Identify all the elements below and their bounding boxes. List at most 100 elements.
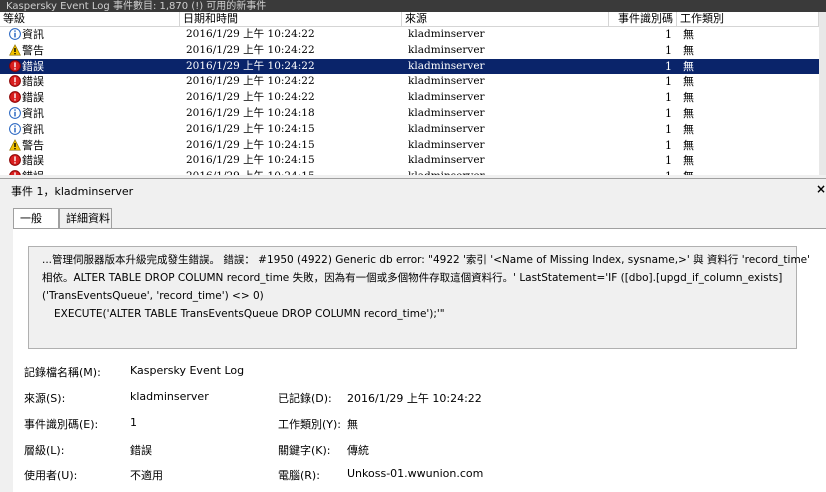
event-id-value: 1 xyxy=(130,416,137,429)
error-icon xyxy=(9,75,21,88)
event-id: 1 xyxy=(665,59,672,73)
event-source: kladminserver xyxy=(408,122,485,135)
event-row[interactable]: 錯誤 2016/1/29 上午 10:24:22 kladminserver 1 無 xyxy=(0,58,819,75)
event-id: 1 xyxy=(665,28,672,41)
event-row[interactable]: 錯誤 2016/1/29 上午 10:24:22 kladminserver 1 無 xyxy=(0,74,819,90)
event-date: 2016/1/29 上午 10:24:15 xyxy=(186,122,315,135)
warning-icon xyxy=(9,43,21,56)
event-date: 2016/1/29 上午 10:24:22 xyxy=(186,59,315,72)
event-date: 2016/1/29 上午 10:24:15 xyxy=(186,169,315,175)
event-date: 2016/1/29 上午 10:24:22 xyxy=(186,91,315,104)
error-icon xyxy=(9,59,21,72)
event-level-cell: 錯誤 xyxy=(9,74,44,90)
event-row[interactable]: 警告 2016/1/29 上午 10:24:15 kladminserver 1 無 xyxy=(0,138,819,154)
info-icon xyxy=(9,107,21,119)
event-category: 無 xyxy=(683,28,694,41)
error-icon xyxy=(9,154,21,167)
source-label: 來源(S): xyxy=(24,392,66,405)
event-id: 1 xyxy=(665,154,672,168)
level-value: 錯誤 xyxy=(130,444,152,457)
column-header-level[interactable]: 等級 xyxy=(0,12,180,26)
event-category: 無 xyxy=(683,91,694,105)
event-level: 資訊 xyxy=(22,122,44,136)
logged-value: 2016/1/29 上午 10:24:22 xyxy=(347,392,482,405)
event-level-cell: 錯誤 xyxy=(9,169,44,175)
event-id: 1 xyxy=(665,106,672,120)
event-category: 無 xyxy=(683,154,694,168)
warning-icon xyxy=(9,138,21,151)
grid-scrollbar[interactable] xyxy=(819,12,826,175)
close-icon[interactable]: × xyxy=(816,182,826,196)
event-source: kladminserver xyxy=(408,91,485,104)
event-message-box[interactable]: ...管理伺服器版本升級完成發生錯誤。 錯誤： #1950 (4922) Gen… xyxy=(28,246,810,349)
event-category: 無 xyxy=(683,138,694,152)
event-date: 2016/1/29 上午 10:24:18 xyxy=(186,106,315,119)
tab-details[interactable]: 詳細資料 xyxy=(59,208,112,229)
event-level: 警告 xyxy=(22,138,44,152)
event-category: 無 xyxy=(683,106,694,120)
event-category: 無 xyxy=(683,122,694,136)
computer-value: Unkoss-01.wwunion.com xyxy=(347,467,484,480)
event-id: 1 xyxy=(665,138,672,152)
user-label: 使用者(U): xyxy=(24,469,78,482)
event-category: 無 xyxy=(683,169,694,175)
event-row[interactable]: 資訊 2016/1/29 上午 10:24:18 kladminserver 1 無 xyxy=(0,106,819,122)
info-icon xyxy=(9,28,21,40)
task-category-label: 工作類別(Y): xyxy=(278,418,342,431)
user-value: 不適用 xyxy=(130,469,163,482)
keywords-value: 傳統 xyxy=(347,444,369,457)
event-row[interactable]: 錯誤2016/1/29 上午 10:24:15kladminserver1無 xyxy=(0,169,819,175)
event-id: 1 xyxy=(600,169,672,175)
message-line: EXECUTE('ALTER TABLE TransEventsQueue DR… xyxy=(54,308,445,320)
event-date: 2016/1/29 上午 10:24:22 xyxy=(186,75,315,88)
event-category: 無 xyxy=(683,59,694,73)
detail-title: 事件 1，kladminserver xyxy=(11,185,134,198)
column-header-category[interactable]: 工作類別 xyxy=(677,12,819,26)
event-level: 錯誤 xyxy=(22,154,44,168)
column-header-date[interactable]: 日期和時間 xyxy=(180,12,402,26)
error-icon xyxy=(9,91,21,104)
events-grid[interactable]: 等級 日期和時間 來源 事件識別碼 工作類別 資訊 2016/1/29 上午 10… xyxy=(0,12,826,175)
event-level: 錯誤 xyxy=(22,170,44,175)
event-level-cell: 資訊 xyxy=(9,122,44,138)
general-tab-panel: ...管理伺服器版本升級完成發生錯誤。 錯誤： #1950 (4922) Gen… xyxy=(13,228,826,492)
event-id: 1 xyxy=(665,122,672,136)
event-detail-pane: 事件 1，kladminserver × 一般 詳細資料 ...管理伺服器版本升… xyxy=(0,178,826,492)
event-level: 資訊 xyxy=(22,28,44,41)
task-category-value: 無 xyxy=(347,418,358,431)
column-header-event-id[interactable]: 事件識別碼 xyxy=(609,12,677,26)
event-row[interactable]: 錯誤 2016/1/29 上午 10:24:22 kladminserver 1 無 xyxy=(0,90,819,106)
event-source: kladminserver xyxy=(408,154,485,167)
event-level-cell: 錯誤 xyxy=(9,90,44,106)
event-id-label: 事件識別碼(E): xyxy=(24,418,99,431)
log-name-value: Kaspersky Event Log xyxy=(130,364,245,377)
computer-label: 電腦(R): xyxy=(278,469,320,482)
event-row[interactable]: 資訊 2016/1/29 上午 10:24:22 kladminserver 1 無 xyxy=(0,27,819,43)
event-level-cell: 錯誤 xyxy=(9,153,44,169)
logged-label: 已記錄(D): xyxy=(278,392,332,405)
info-icon xyxy=(9,122,21,135)
event-level-cell: 錯誤 xyxy=(9,59,44,75)
event-row[interactable]: 資訊 2016/1/29 上午 10:24:15 kladminserver 1 無 xyxy=(0,122,819,138)
event-level-cell: 警告 xyxy=(9,138,44,154)
level-label: 層級(L): xyxy=(24,444,65,457)
event-date: 2016/1/29 上午 10:24:15 xyxy=(186,154,315,167)
event-id: 1 xyxy=(665,43,672,57)
event-level-cell: 資訊 xyxy=(9,106,44,122)
event-category: 無 xyxy=(683,75,694,89)
event-row[interactable]: 警告 2016/1/29 上午 10:24:22 kladminserver 1 無 xyxy=(0,43,819,59)
log-name-label: 記錄檔名稱(M): xyxy=(24,366,101,379)
event-row[interactable]: 錯誤 2016/1/29 上午 10:24:15 kladminserver 1無 xyxy=(0,153,819,169)
event-level: 錯誤 xyxy=(22,59,44,73)
message-line: 相依。ALTER TABLE DROP COLUMN record_time 失… xyxy=(42,272,783,284)
error-icon xyxy=(9,170,21,175)
event-level: 資訊 xyxy=(22,106,44,120)
event-date: 2016/1/29 上午 10:24:22 xyxy=(186,28,315,40)
message-line: ('TransEventsQueue', 'record_time') <> 0… xyxy=(42,290,264,302)
window-title: Kaspersky Event Log 事件數目: 1,870 (!) 可用的新… xyxy=(6,1,267,12)
column-header-source[interactable]: 來源 xyxy=(402,12,609,26)
tab-general[interactable]: 一般 xyxy=(13,208,59,230)
event-level-cell: 資訊 xyxy=(9,27,44,43)
event-category: 無 xyxy=(683,43,694,57)
event-source: kladminserver xyxy=(408,138,485,151)
